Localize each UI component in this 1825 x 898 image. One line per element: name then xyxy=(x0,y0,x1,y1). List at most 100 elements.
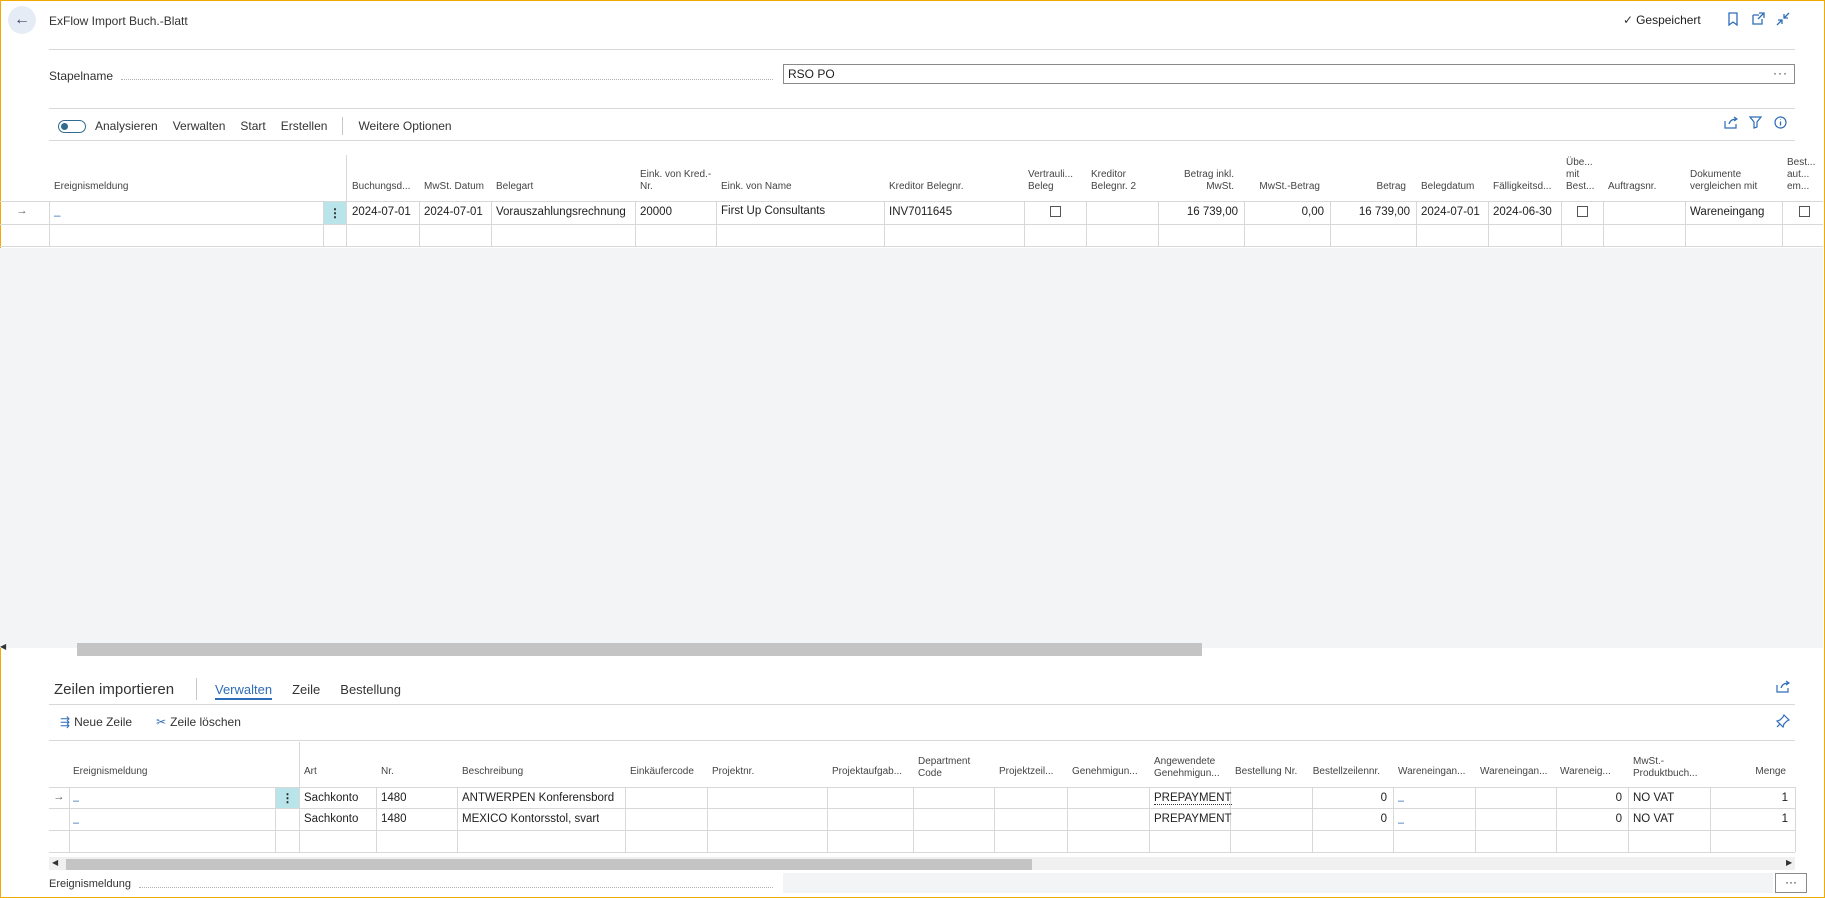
filter-icon[interactable] xyxy=(1748,116,1763,132)
type-cell[interactable]: Sachkonto xyxy=(304,792,358,804)
tab-line[interactable]: Zeile xyxy=(292,682,320,700)
col-header[interactable]: Genehmigun... xyxy=(1072,758,1140,778)
event-message-link[interactable]: _ xyxy=(54,205,314,217)
vendor-doc-no-cell[interactable]: INV7011645 xyxy=(889,206,952,218)
amount-cell[interactable]: 16 739,00 xyxy=(1330,206,1410,218)
auto-checkbox[interactable] xyxy=(1799,206,1810,220)
tab-manage[interactable]: Verwalten xyxy=(215,682,273,700)
col-header[interactable]: MwSt.-Produktbuch... xyxy=(1633,756,1707,780)
vendor-no-cell[interactable]: 20000 xyxy=(640,206,672,218)
order-line-no-cell[interactable]: 0 xyxy=(1312,813,1387,825)
col-header[interactable]: Auftragsnr. xyxy=(1608,155,1682,193)
lines-horizontal-scrollbar[interactable] xyxy=(66,859,1032,870)
col-header[interactable]: Wareneig... xyxy=(1560,758,1616,778)
tab-order[interactable]: Bestellung xyxy=(340,682,401,700)
more-options-menu[interactable]: Weitere Optionen xyxy=(358,119,451,133)
type-cell[interactable]: Sachkonto xyxy=(304,813,358,825)
col-header[interactable]: Kreditor Belegnr. 2 xyxy=(1091,155,1157,193)
row-actions-icon[interactable]: ⋮ xyxy=(276,788,299,808)
doc-date-cell[interactable]: 2024-07-01 xyxy=(1421,206,1480,218)
delete-line-button[interactable]: ✂ Zeile löschen xyxy=(156,715,241,729)
footer-more-icon[interactable]: ··· xyxy=(1775,873,1807,893)
share-icon[interactable] xyxy=(1724,116,1739,132)
col-header[interactable]: Projektaufgab... xyxy=(832,758,910,778)
col-header[interactable]: Wareneingan... xyxy=(1398,758,1466,778)
open-new-window-icon[interactable] xyxy=(1751,12,1765,29)
event-message-link[interactable]: _ xyxy=(73,812,79,824)
col-header[interactable]: Ereignismeldung xyxy=(73,758,273,778)
compare-with-cell[interactable]: Wareneingang xyxy=(1690,206,1764,218)
col-header[interactable]: Ereignismeldung xyxy=(54,155,324,193)
col-header[interactable]: Menge xyxy=(1730,758,1786,778)
scroll-left-icon[interactable]: ◀ xyxy=(52,858,58,867)
analyze-label[interactable]: Analysieren xyxy=(95,119,158,133)
confidential-checkbox[interactable] xyxy=(1050,206,1061,220)
no-cell[interactable]: 1480 xyxy=(381,792,407,804)
col-header[interactable]: Bestellung Nr. xyxy=(1235,758,1311,778)
create-menu[interactable]: Erstellen xyxy=(281,119,328,133)
col-header[interactable]: Eink. von Kred.-Nr. xyxy=(640,155,712,193)
approval-cell[interactable]: PREPAYMENT xyxy=(1154,792,1232,805)
transfer-checkbox[interactable] xyxy=(1577,206,1588,220)
col-header[interactable]: Buchungsd... xyxy=(352,155,418,193)
col-header[interactable]: Fälligkeitsd... xyxy=(1493,155,1559,193)
order-line-no-cell[interactable]: 0 xyxy=(1312,792,1387,804)
row-actions-icon[interactable]: ⋮ xyxy=(324,202,346,224)
col-header[interactable]: MwSt.-Betrag xyxy=(1250,155,1320,193)
no-cell[interactable]: 1480 xyxy=(381,813,407,825)
col-header[interactable]: Department Code xyxy=(918,756,988,780)
col-header[interactable]: Art xyxy=(304,758,364,778)
back-button[interactable]: ← xyxy=(8,6,36,34)
col-header[interactable]: Kreditor Belegnr. xyxy=(889,155,1019,193)
batch-name-field[interactable]: RSO PO ··· xyxy=(783,64,1795,84)
col-header[interactable]: MwSt. Datum xyxy=(424,155,490,193)
posting-date-cell[interactable]: 2024-07-01 xyxy=(352,206,411,218)
new-line-button[interactable]: ⇶ Neue Zeile xyxy=(60,715,132,729)
receipt-link[interactable]: _ xyxy=(1398,790,1404,802)
vat-group-cell[interactable]: NO VAT xyxy=(1633,792,1674,804)
quantity-cell[interactable]: 1 xyxy=(1710,813,1788,825)
amount-incl-vat-cell[interactable]: 16 739,00 xyxy=(1158,206,1238,218)
col-header[interactable]: Dokumente vergleichen mit xyxy=(1690,155,1780,193)
col-header[interactable]: Angewendete Genehmigun... xyxy=(1154,756,1228,780)
approval-cell[interactable]: PREPAYMENT xyxy=(1154,813,1232,825)
vat-group-cell[interactable]: NO VAT xyxy=(1633,813,1674,825)
event-message-link[interactable]: _ xyxy=(73,790,79,802)
col-header[interactable]: Einkäufercode xyxy=(630,758,708,778)
bookmark-icon[interactable] xyxy=(1727,12,1739,29)
col-header[interactable]: Nr. xyxy=(381,758,441,778)
col-header[interactable]: Übe... mit Best... xyxy=(1566,155,1602,193)
receipt-link[interactable]: _ xyxy=(1398,812,1404,824)
receipt-qty-cell[interactable]: 0 xyxy=(1556,792,1622,804)
col-header[interactable]: Bestellzeilennr. xyxy=(1312,758,1380,778)
main-horizontal-scrollbar[interactable] xyxy=(77,643,1202,656)
col-header[interactable]: Wareneingan... xyxy=(1480,758,1548,778)
col-header[interactable]: Belegart xyxy=(496,155,630,193)
footer-event-field[interactable] xyxy=(783,873,1773,893)
col-header[interactable]: Betrag inkl. MwSt. xyxy=(1164,155,1234,193)
col-header[interactable]: Projektnr. xyxy=(712,758,812,778)
start-menu[interactable]: Start xyxy=(240,119,265,133)
receipt-qty-cell[interactable]: 0 xyxy=(1556,813,1622,825)
vendor-name-cell[interactable]: First Up Consultants xyxy=(721,205,825,217)
col-header[interactable]: Beschreibung xyxy=(462,758,622,778)
description-cell[interactable]: ANTWERPEN Konferensbord xyxy=(462,792,614,804)
info-icon[interactable] xyxy=(1774,116,1787,132)
col-header[interactable]: Eink. von Name xyxy=(721,155,881,193)
description-cell[interactable]: MEXICO Kontorsstol, svart xyxy=(462,813,599,825)
due-date-cell[interactable]: 2024-06-30 xyxy=(1493,206,1552,218)
pin-icon[interactable] xyxy=(1775,713,1791,731)
manage-menu[interactable]: Verwalten xyxy=(173,119,226,133)
col-header[interactable]: Projektzeil... xyxy=(999,758,1065,778)
doc-type-cell[interactable]: Vorauszahlungsrechnung xyxy=(496,206,626,218)
scroll-right-icon[interactable]: ▶ xyxy=(1786,858,1792,867)
more-options-icon[interactable]: ··· xyxy=(1773,66,1788,80)
col-header[interactable]: Vertrauli... Beleg xyxy=(1028,155,1082,193)
share-icon[interactable] xyxy=(1776,680,1791,696)
col-header[interactable]: Best... aut... em... xyxy=(1787,155,1821,193)
col-header[interactable]: Belegdatum xyxy=(1421,155,1487,193)
col-header[interactable]: Betrag xyxy=(1336,155,1406,193)
scroll-left-icon[interactable]: ◀ xyxy=(0,642,6,651)
collapse-icon[interactable] xyxy=(1776,12,1790,29)
vat-amount-cell[interactable]: 0,00 xyxy=(1244,206,1324,218)
